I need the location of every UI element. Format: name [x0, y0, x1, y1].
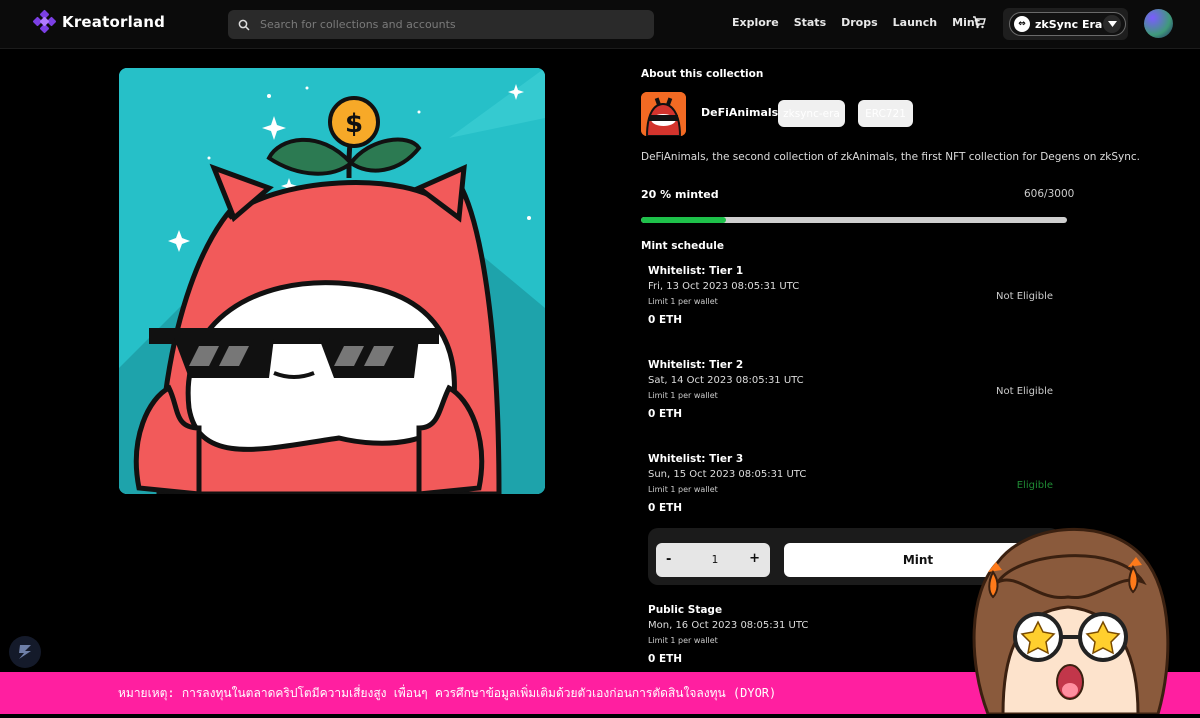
chain-chip: zksync-era: [778, 100, 845, 127]
about-title: About this collection: [641, 68, 764, 80]
schedule-tier: Whitelist: Tier 1 Fri, 13 Oct 2023 08:05…: [648, 265, 1063, 326]
search-input[interactable]: [258, 17, 642, 32]
tier-limit: Limit 1 per wallet: [648, 485, 718, 494]
increment-button[interactable]: +: [749, 551, 760, 566]
schedule-tier: Whitelist: Tier 3 Sun, 15 Oct 2023 08:05…: [648, 453, 1063, 514]
quantity-stepper: - +: [656, 543, 770, 577]
search-icon: [238, 19, 250, 31]
minted-percent: 20 % minted: [641, 188, 719, 201]
nft-artwork: $: [119, 68, 545, 494]
tier-status: Not Eligible: [996, 291, 1053, 302]
tier-price: 0 ETH: [648, 408, 683, 420]
tier-name: Whitelist: Tier 2: [648, 359, 744, 371]
brand-logo[interactable]: Kreatorland: [32, 9, 166, 34]
network-pill: ⇔ zkSync Era: [1009, 12, 1126, 36]
search-bar[interactable]: [228, 10, 654, 39]
tier-status: Eligible: [1016, 480, 1053, 491]
nav-launch[interactable]: Launch: [893, 16, 937, 29]
main-nav: Explore Stats Drops Launch Mint: [732, 16, 980, 29]
mascot-character: [958, 512, 1178, 716]
disclaimer-text: หมายเหตุ: การลงทุนในตลาดคริปโตมีความเสี่…: [118, 685, 777, 700]
minted-count: 606/3000: [1024, 188, 1075, 200]
collection-description: DeFiAnimals, the second collection of zk…: [641, 151, 1140, 163]
tier-name: Whitelist: Tier 3: [648, 453, 744, 465]
tier-date: Sun, 15 Oct 2023 08:05:31 UTC: [648, 469, 807, 480]
collection-name[interactable]: DeFiAnimals: [701, 106, 778, 119]
network-label: zkSync Era: [1035, 17, 1103, 31]
standard-chip: ERC721: [858, 100, 913, 127]
decrement-button[interactable]: -: [666, 552, 671, 567]
network-selector[interactable]: ⇔ zkSync Era: [1003, 8, 1128, 40]
nav-stats[interactable]: Stats: [794, 16, 826, 29]
tier-status: Not Eligible: [996, 386, 1053, 397]
cart-icon[interactable]: [972, 15, 986, 29]
zksync-icon: ⇔: [1014, 16, 1030, 32]
zksync-floating-icon[interactable]: [9, 636, 41, 668]
nav-drops[interactable]: Drops: [841, 16, 878, 29]
chevron-down-icon: [1103, 15, 1121, 33]
nav-explore[interactable]: Explore: [732, 16, 779, 29]
tier-date: Sat, 14 Oct 2023 08:05:31 UTC: [648, 375, 804, 386]
tier-price: 0 ETH: [648, 314, 683, 326]
collection-thumbnail[interactable]: [641, 92, 686, 136]
kreatorland-logo-icon: [32, 9, 57, 34]
top-navbar: Kreatorland Explore Stats Drops Launch M…: [0, 0, 1200, 49]
brand-name: Kreatorland: [62, 13, 166, 31]
mint-progress-bar: [641, 217, 1067, 223]
svg-text:$: $: [345, 109, 363, 139]
mint-progress-fill: [641, 217, 727, 223]
quantity-input[interactable]: [688, 553, 742, 567]
user-avatar[interactable]: [1144, 9, 1173, 38]
tier-name: Whitelist: Tier 1: [648, 265, 744, 277]
schedule-title: Mint schedule: [641, 240, 724, 252]
schedule-tier: Whitelist: Tier 2 Sat, 14 Oct 2023 08:05…: [648, 359, 1063, 420]
